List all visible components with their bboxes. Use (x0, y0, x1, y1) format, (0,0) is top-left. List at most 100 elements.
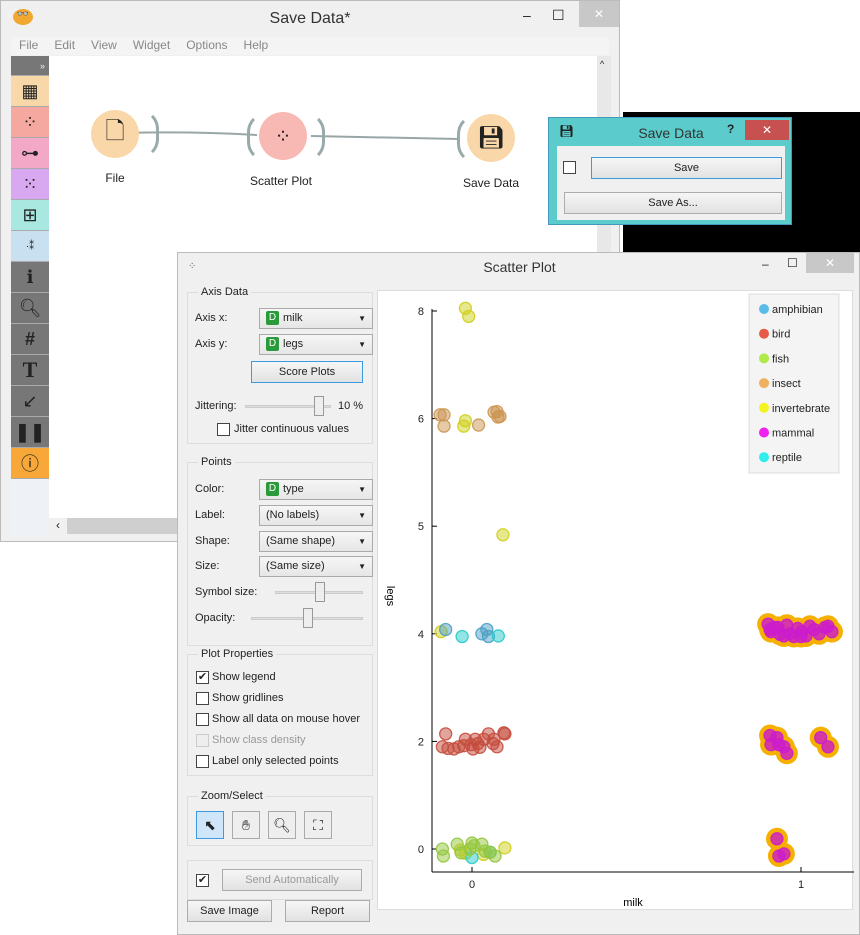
chevron-down-icon: ▼ (358, 314, 366, 323)
reset-zoom-button[interactable]: ⛶ (304, 811, 332, 839)
jitter-label: Jittering: (195, 400, 237, 412)
scatter-chart[interactable]: 0 2 4 5 6 8 0 1 milk legs amphibian bird fish insect i… (378, 291, 854, 911)
scatter-unsupervised-icon[interactable]: ⁙ (11, 169, 49, 200)
group-title: Plot Properties (198, 648, 277, 660)
magnifier-icon: 🔍︎ (273, 817, 291, 833)
plot-property-checkbox[interactable]: ✔ (196, 671, 209, 684)
axis-x-combo[interactable]: Dmilk ▼ (259, 308, 373, 329)
score-plots-button[interactable]: Score Plots (251, 361, 363, 383)
help-icon[interactable]: ⓘ (11, 448, 49, 479)
data-point-mammal (825, 624, 839, 639)
chevron-down-icon: ▼ (358, 511, 366, 520)
x-tick-label: 1 (798, 879, 804, 891)
horizontal-scrollbar[interactable]: ‹ (49, 518, 179, 534)
label-label: Label: (195, 509, 225, 521)
opacity-label: Opacity: (195, 612, 236, 624)
node-scatter-plot[interactable]: ⁘ (259, 112, 307, 160)
node-file[interactable]: 🗋 (91, 110, 139, 158)
checkbox-label: Show class density (212, 734, 306, 746)
close-button[interactable]: ✕ (579, 1, 619, 27)
size-combo[interactable]: (Same size) ▼ (259, 556, 373, 577)
select-tool-button[interactable]: ⬉ (196, 811, 224, 839)
expand-icon[interactable]: » (11, 56, 49, 76)
save-image-button[interactable]: Save Image (187, 900, 272, 922)
slider-handle[interactable] (314, 396, 325, 416)
pause-icon[interactable]: ❚❚ (11, 417, 49, 448)
plot-property-checkbox[interactable] (196, 692, 209, 705)
jitter-slider[interactable] (245, 396, 331, 416)
node-save-data[interactable]: 💾︎ (467, 114, 515, 162)
data-point-mammal (770, 832, 784, 846)
legend-label: mammal (772, 428, 814, 440)
tree-icon[interactable]: ⊶ (11, 138, 49, 169)
confusion-matrix-icon[interactable]: ⊞ (11, 200, 49, 231)
legend-marker (759, 452, 769, 463)
floppy-icon: 💾︎ (477, 125, 505, 150)
auto-save-checkbox[interactable] (563, 161, 576, 174)
jitter-continuous-checkbox[interactable] (217, 423, 230, 436)
scatter-icon[interactable]: ⁘ (11, 107, 49, 138)
slider-handle[interactable] (303, 608, 313, 628)
menu-edit[interactable]: Edit (54, 37, 75, 53)
menu-help[interactable]: Help (244, 37, 269, 53)
menu-bar: File Edit View Widget Options Help (11, 37, 609, 55)
save-as-button[interactable]: Save As... (564, 192, 782, 214)
plot-property-checkbox[interactable] (196, 755, 209, 768)
save-button[interactable]: Save (591, 157, 782, 179)
arrow-annotation-icon[interactable]: ↙ (11, 386, 49, 417)
grid-icon[interactable]: # (11, 324, 49, 355)
pan-tool-button[interactable]: ✋︎ (232, 811, 260, 839)
scatter-plot-area[interactable]: 0 2 4 5 6 8 0 1 milk legs amphibian bird fish insect i… (377, 290, 854, 911)
combo-value: (No labels) (266, 509, 320, 521)
size-label: Size: (195, 560, 220, 572)
data-table-icon[interactable]: ▦ (11, 76, 49, 107)
minimize-button[interactable]: – (523, 7, 531, 23)
legend-marker (759, 304, 769, 314)
color-label: Color: (195, 483, 225, 495)
symbol-size-slider[interactable] (275, 582, 363, 602)
hand-icon: ✋︎ (242, 817, 250, 833)
report-button[interactable]: Report (285, 900, 370, 922)
y-tick-label: 5 (418, 521, 424, 533)
close-button[interactable]: ✕ (806, 253, 854, 273)
menu-view[interactable]: View (91, 37, 117, 53)
zoom-tool-button[interactable]: 🔍︎ (268, 811, 296, 839)
data-point-insect (493, 409, 507, 424)
info-icon[interactable]: ℹ (11, 262, 49, 293)
send-auto-checkbox[interactable]: ✔ (196, 874, 209, 887)
chevron-down-icon: ▼ (358, 537, 366, 546)
menu-widget[interactable]: Widget (133, 37, 170, 53)
maximize-button[interactable]: ☐ (552, 7, 565, 24)
send-automatically-button[interactable]: Send Automatically (222, 869, 362, 891)
data-point-amphibian (439, 622, 453, 637)
node-label: File (105, 171, 125, 185)
legend-marker (759, 402, 769, 413)
search-icon[interactable]: 🔍︎ (11, 293, 49, 324)
close-button[interactable]: ✕ (745, 120, 789, 140)
checkbox-label: Show gridlines (212, 692, 284, 704)
minimize-button[interactable]: – (762, 257, 769, 271)
commit-group: ✔ Send Automatically (187, 860, 373, 900)
slider-handle[interactable] (315, 582, 325, 602)
scatter-plot-window: ⁘ Scatter Plot – ☐ ✕ Axis Data Axis x: D… (177, 252, 860, 935)
scatter-icon: ⁘ (274, 125, 292, 148)
menu-options[interactable]: Options (186, 37, 227, 53)
menu-file[interactable]: File (19, 37, 38, 53)
data-point-mammal (777, 847, 791, 861)
shape-combo[interactable]: (Same shape) ▼ (259, 531, 373, 552)
plot-property-checkbox[interactable] (196, 734, 209, 747)
shape-label: Shape: (195, 535, 230, 547)
help-button[interactable]: ? (727, 122, 734, 136)
maximize-button[interactable]: ☐ (787, 256, 798, 270)
plot-property-checkbox[interactable] (196, 713, 209, 726)
other-widget-icon[interactable]: ·⁑ (11, 231, 49, 262)
opacity-slider[interactable] (251, 608, 363, 628)
text-annotation-icon[interactable]: T (11, 355, 49, 386)
save-data-dialog: 💾︎ Save Data ? ✕ Save Save As... (548, 117, 792, 225)
axis-y-combo[interactable]: Dlegs ▼ (259, 334, 373, 355)
label-combo[interactable]: (No labels) ▼ (259, 505, 373, 526)
data-point-invertebrate (457, 419, 471, 433)
combo-value: (Same shape) (266, 535, 336, 547)
color-combo[interactable]: Dtype ▼ (259, 479, 373, 500)
plot-properties-group: Plot Properties ✔ Show legend Show gridlin… (187, 648, 373, 776)
